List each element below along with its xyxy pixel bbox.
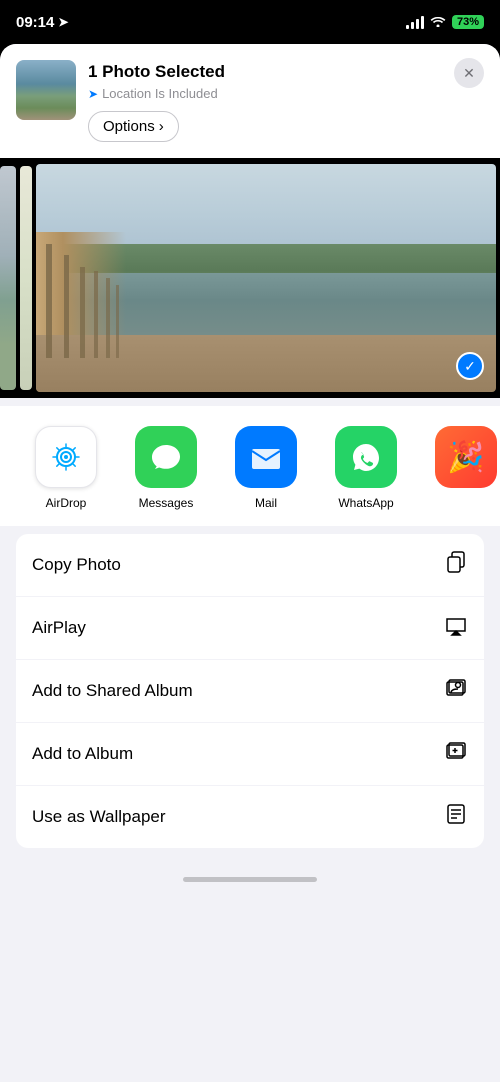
extra-icon-symbol: 🎉 bbox=[447, 440, 484, 475]
share-thumbnail bbox=[16, 60, 76, 120]
time-display: 09:14 bbox=[16, 14, 54, 31]
subtitle-text: Location Is Included bbox=[102, 86, 218, 101]
share-subtitle: ➤ Location Is Included bbox=[88, 86, 484, 101]
copy-photo-icon bbox=[444, 550, 468, 580]
mail-label: Mail bbox=[255, 496, 277, 510]
home-bar bbox=[183, 877, 317, 882]
home-indicator bbox=[0, 856, 500, 890]
copy-photo-label: Copy Photo bbox=[32, 555, 121, 575]
wifi-icon bbox=[430, 14, 446, 30]
action-add-album[interactable]: Add to Album bbox=[16, 723, 484, 786]
location-arrow-icon: ➤ bbox=[58, 15, 68, 29]
mail-icon bbox=[247, 438, 285, 476]
options-button[interactable]: Options › bbox=[88, 111, 179, 142]
mail-app-icon bbox=[235, 426, 297, 488]
status-time: 09:14 ➤ bbox=[16, 14, 68, 31]
airplay-icon bbox=[444, 613, 468, 643]
selection-checkmark: ✓ bbox=[456, 352, 484, 380]
signal-bar-4 bbox=[421, 16, 424, 29]
action-use-wallpaper[interactable]: Use as Wallpaper bbox=[16, 786, 484, 848]
thumbnail-image bbox=[16, 60, 76, 120]
airdrop-icon bbox=[48, 439, 84, 475]
action-add-shared-album[interactable]: Add to Shared Album bbox=[16, 660, 484, 723]
location-icon: ➤ bbox=[88, 87, 98, 101]
share-info: 1 Photo Selected ➤ Location Is Included … bbox=[88, 60, 484, 142]
app-item-mail[interactable]: Mail bbox=[216, 426, 316, 510]
whatsapp-icon bbox=[347, 438, 385, 476]
close-button[interactable]: ✕ bbox=[454, 58, 484, 88]
battery-level: 73% bbox=[457, 16, 479, 28]
extra-app-icon: 🎉 bbox=[435, 426, 497, 488]
main-photo[interactable]: ✓ bbox=[36, 164, 496, 392]
share-sheet: 1 Photo Selected ➤ Location Is Included … bbox=[0, 44, 500, 1082]
add-album-label: Add to Album bbox=[32, 744, 133, 764]
messages-label: Messages bbox=[139, 496, 194, 510]
action-copy-photo[interactable]: Copy Photo bbox=[16, 534, 484, 597]
use-wallpaper-label: Use as Wallpaper bbox=[32, 807, 166, 827]
options-label: Options bbox=[103, 118, 155, 135]
photo-left-partial bbox=[0, 166, 16, 390]
signal-bars bbox=[406, 16, 424, 29]
photo-map-partial bbox=[20, 166, 32, 390]
airdrop-app-icon bbox=[35, 426, 97, 488]
whatsapp-app-icon bbox=[335, 426, 397, 488]
status-icons: 73% bbox=[406, 14, 484, 30]
signal-bar-1 bbox=[406, 25, 409, 29]
use-wallpaper-icon bbox=[444, 802, 468, 832]
checkmark-icon: ✓ bbox=[464, 358, 476, 375]
app-item-messages[interactable]: Messages bbox=[116, 426, 216, 510]
action-airplay[interactable]: AirPlay bbox=[16, 597, 484, 660]
messages-icon bbox=[147, 438, 185, 476]
photo-strip[interactable]: ✓ bbox=[0, 158, 500, 398]
app-item-whatsapp[interactable]: WhatsApp bbox=[316, 426, 416, 510]
close-icon: ✕ bbox=[463, 65, 475, 82]
share-header: 1 Photo Selected ➤ Location Is Included … bbox=[0, 44, 500, 158]
app-item-airdrop[interactable]: AirDrop bbox=[16, 426, 116, 510]
whatsapp-label: WhatsApp bbox=[338, 496, 393, 510]
options-chevron-icon: › bbox=[159, 118, 164, 135]
add-shared-album-label: Add to Shared Album bbox=[32, 681, 193, 701]
airdrop-label: AirDrop bbox=[46, 496, 87, 510]
add-shared-album-icon bbox=[444, 676, 468, 706]
signal-bar-2 bbox=[411, 22, 414, 29]
app-row: AirDrop Messages Mail bbox=[0, 406, 500, 526]
action-list: Copy Photo AirPlay Add to Shared Album bbox=[16, 534, 484, 848]
status-bar: 09:14 ➤ 73% bbox=[0, 0, 500, 44]
add-album-icon bbox=[444, 739, 468, 769]
share-title: 1 Photo Selected bbox=[88, 62, 484, 82]
app-item-extra[interactable]: 🎉 bbox=[416, 426, 500, 510]
messages-app-icon bbox=[135, 426, 197, 488]
battery-indicator: 73% bbox=[452, 15, 484, 29]
signal-bar-3 bbox=[416, 19, 419, 29]
airplay-label: AirPlay bbox=[32, 618, 86, 638]
